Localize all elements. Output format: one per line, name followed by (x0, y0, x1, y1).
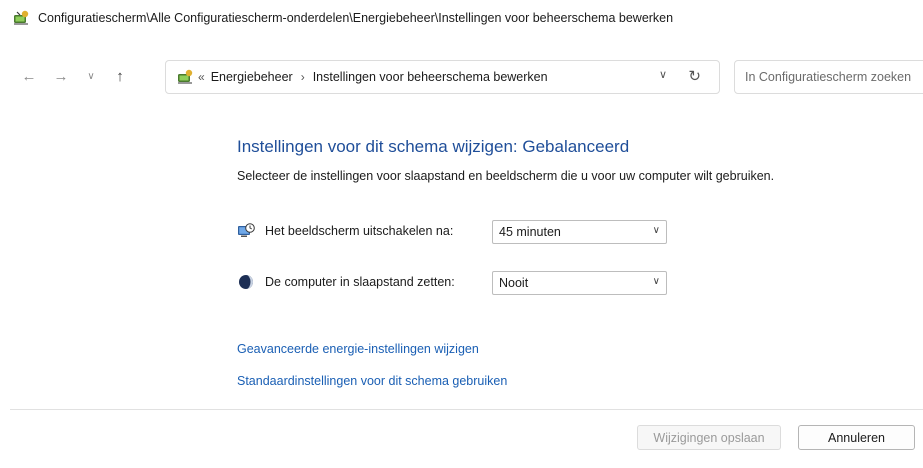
chevron-down-icon: ∨ (87, 70, 95, 82)
page-description: Selecteer de instellingen voor slaapstan… (237, 169, 775, 183)
monitor-clock-icon (238, 223, 255, 237)
save-changes-button[interactable]: Wijzigingen opslaan (637, 425, 781, 450)
chevron-down-icon: ∨ (652, 225, 660, 236)
control-panel-icon (14, 10, 29, 25)
footer-divider (10, 409, 923, 410)
restore-defaults-link[interactable]: Standaardinstellingen voor dit schema ge… (237, 374, 507, 388)
navigation-bar: ← → ∨ ↑ « Energiebeheer › Instellingen v… (0, 58, 923, 94)
address-dropdown-icon[interactable]: ∨ (659, 68, 667, 81)
forward-button[interactable]: → (50, 64, 72, 88)
chevron-right-icon[interactable]: › (301, 70, 305, 84)
arrow-left-icon: ← (21, 67, 37, 85)
breadcrumb-overflow-icon[interactable]: « (198, 70, 205, 84)
up-button[interactable]: ↑ (109, 64, 131, 88)
search-input[interactable] (745, 70, 923, 84)
advanced-settings-link[interactable]: Geavanceerde energie-instellingen wijzig… (237, 342, 479, 356)
title-bar: Configuratiescherm\Alle Configuratiesche… (0, 0, 923, 36)
breadcrumb-energiebeheer[interactable]: Energiebeheer (211, 70, 293, 84)
search-box[interactable] (734, 60, 923, 94)
control-panel-icon (178, 69, 193, 84)
display-off-value: 45 minuten (499, 225, 561, 239)
arrow-up-icon: ↑ (116, 67, 124, 85)
refresh-icon[interactable]: ↻ (688, 67, 701, 85)
sleep-label: De computer in slaapstand zetten: (265, 275, 455, 289)
display-off-select[interactable]: 45 minuten ∨ (492, 220, 667, 244)
chevron-down-icon: ∨ (652, 276, 660, 287)
window-title: Configuratiescherm\Alle Configuratiesche… (38, 11, 674, 25)
back-button[interactable]: ← (18, 64, 40, 88)
sleep-setting: De computer in slaapstand zetten: (237, 270, 455, 294)
cancel-button[interactable]: Annuleren (798, 425, 915, 450)
page-title: Instellingen voor dit schema wijzigen: G… (237, 137, 630, 156)
display-off-setting: Het beeldscherm uitschakelen na: (237, 219, 453, 243)
arrow-right-icon: → (53, 67, 69, 85)
sleep-select[interactable]: Nooit ∨ (492, 271, 667, 295)
recent-locations-button[interactable]: ∨ (80, 64, 102, 88)
moon-icon (239, 275, 253, 289)
breadcrumb-current[interactable]: Instellingen voor beheerschema bewerken (313, 70, 548, 84)
sleep-value: Nooit (499, 276, 529, 290)
address-bar[interactable]: « Energiebeheer › Instellingen voor behe… (165, 60, 720, 94)
display-off-label: Het beeldscherm uitschakelen na: (265, 224, 454, 238)
